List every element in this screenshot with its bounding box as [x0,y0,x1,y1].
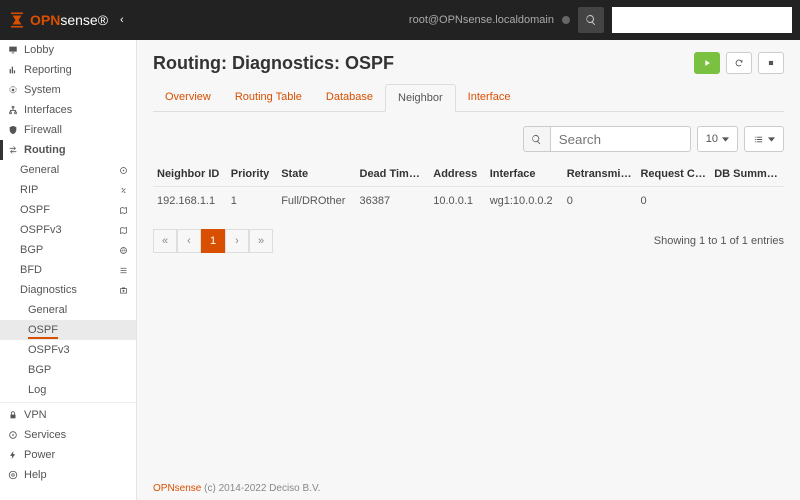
nav-vpn[interactable]: VPN [0,405,136,425]
status-dot-icon [562,16,570,24]
col-neighbor-id[interactable]: Neighbor ID [153,162,227,187]
stop-button[interactable] [758,52,784,74]
list-icon [753,134,764,145]
main-content: Routing: Diagnostics: OSPF Overview Rout… [137,40,800,500]
page-next[interactable]: › [225,229,249,253]
logo-icon [8,11,26,29]
nav-routing-ospf[interactable]: OSPF [0,200,136,220]
col-dead-timer[interactable]: Dead Timer Due [356,162,430,187]
neighbor-table: Neighbor ID Priority State Dead Timer Du… [153,162,784,215]
refresh-icon [734,58,744,68]
tab-database[interactable]: Database [314,84,385,111]
tab-overview[interactable]: Overview [153,84,223,111]
page-1[interactable]: 1 [201,229,225,253]
map-icon [119,206,128,215]
search-icon [585,14,597,26]
chart-icon [8,65,18,75]
nav-firewall[interactable]: Firewall [0,120,136,140]
col-priority[interactable]: Priority [227,162,277,187]
bolt-icon [8,450,18,460]
pagination-info: Showing 1 to 1 of 1 entries [654,235,784,247]
page-first[interactable]: « [153,229,177,253]
nav-diag-general[interactable]: General [0,300,136,320]
nav-routing-bgp[interactable]: BGP [0,240,136,260]
restart-button[interactable] [726,52,752,74]
page-prev[interactable]: ‹ [177,229,201,253]
col-address[interactable]: Address [429,162,485,187]
user-label[interactable]: root@OPNsense.localdomain [409,14,554,26]
shield-icon [8,125,18,135]
col-dbsummary[interactable]: DB Summary Counter [710,162,784,187]
top-search-input[interactable] [612,7,792,33]
col-interface[interactable]: Interface [486,162,563,187]
nav-reporting[interactable]: Reporting [0,60,136,80]
back-chevron-icon[interactable]: ‹ [120,14,124,26]
page-last[interactable]: » [249,229,273,253]
bars-icon [119,266,128,275]
col-retransmit[interactable]: Retransmit Counter [563,162,637,187]
search-icon [531,134,542,145]
page-title: Routing: Diagnostics: OSPF [153,53,394,74]
lock-icon [8,410,18,420]
nav-diag-ospf[interactable]: OSPF [0,320,136,340]
nav-routing-ospfv3[interactable]: OSPFv3 [0,220,136,240]
map-icon [119,226,128,235]
nav-power[interactable]: Power [0,445,136,465]
exchange-icon [8,145,18,155]
play-icon [702,58,712,68]
stop-icon [766,58,776,68]
nav-help[interactable]: Help [0,465,136,485]
gear-icon [8,430,18,440]
col-state[interactable]: State [277,162,355,187]
table-row[interactable]: 192.168.1.1 1 Full/DROther 36387 10.0.0.… [153,187,784,216]
columns-select[interactable] [744,126,784,152]
sidebar: Lobby Reporting System Interfaces Firewa… [0,40,137,500]
nav-system[interactable]: System [0,80,136,100]
tab-neighbor[interactable]: Neighbor [385,84,456,112]
medkit-icon [119,286,128,295]
pagination: « ‹ 1 › » [153,229,273,253]
gear-icon [8,85,18,95]
start-button[interactable] [694,52,720,74]
nav-diag-bgp[interactable]: BGP [0,360,136,380]
logo[interactable]: OPNsense® [8,11,108,29]
nav-routing-general[interactable]: General [0,160,136,180]
footer-brand-link[interactable]: OPNsense [153,483,201,494]
sitemap-icon [8,105,18,115]
top-bar: OPNsense® ‹ root@OPNsense.localdomain [0,0,800,40]
nav-lobby[interactable]: Lobby [0,40,136,60]
nav-routing-rip[interactable]: RIP [0,180,136,200]
top-search-button[interactable] [578,7,604,33]
globe-icon [119,246,128,255]
caret-down-icon [768,136,775,143]
page-size-select[interactable]: 10 [697,126,738,152]
nav-diag-log[interactable]: Log [0,380,136,400]
nav-routing-bfd[interactable]: BFD [0,260,136,280]
nav-routing[interactable]: Routing [0,140,136,160]
tab-routing-table[interactable]: Routing Table [223,84,314,111]
tab-bar: Overview Routing Table Database Neighbor… [153,84,784,112]
arrows-icon [119,186,128,195]
nav-interfaces[interactable]: Interfaces [0,100,136,120]
tab-interface[interactable]: Interface [456,84,523,111]
nav-services[interactable]: Services [0,425,136,445]
caret-down-icon [722,136,729,143]
life-ring-icon [8,470,18,480]
desktop-icon [8,45,18,55]
footer: OPNsense (c) 2014-2022 Deciso B.V. [153,483,321,494]
nav-routing-diagnostics[interactable]: Diagnostics [0,280,136,300]
gear-icon [119,166,128,175]
nav-diag-ospfv3[interactable]: OSPFv3 [0,340,136,360]
table-search-input[interactable] [551,126,691,152]
table-search-button[interactable] [523,126,551,152]
col-request[interactable]: Request Counter [636,162,710,187]
